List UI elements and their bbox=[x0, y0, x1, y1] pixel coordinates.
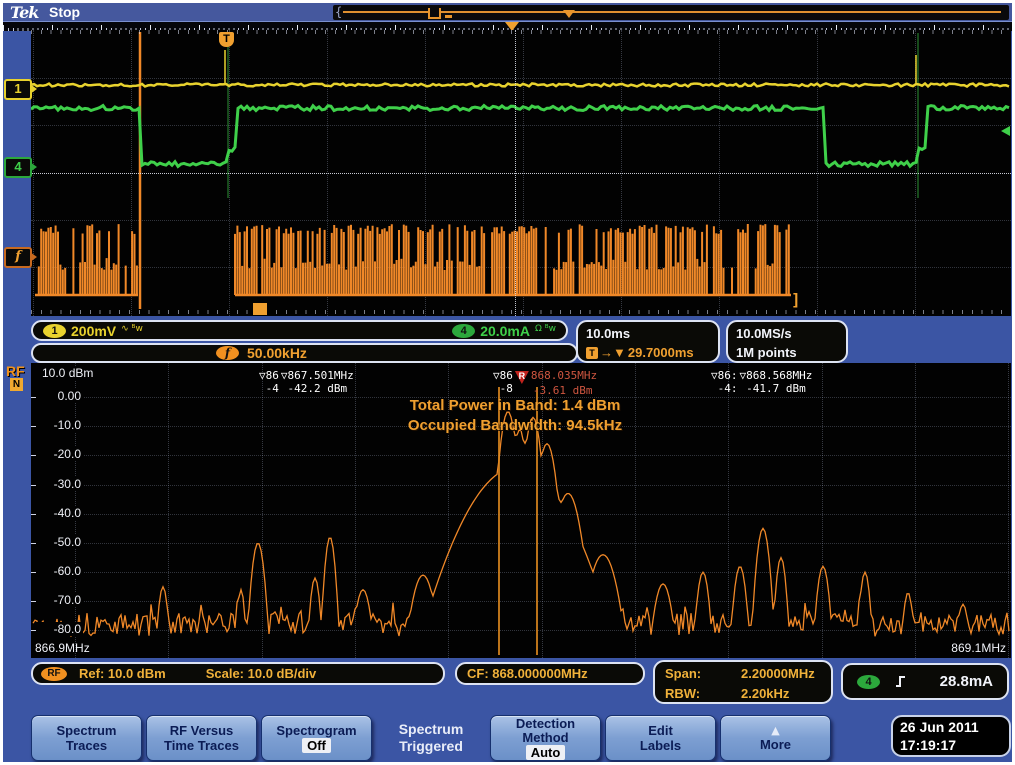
spectrum-ytick: -40.0 bbox=[35, 506, 83, 520]
rf-baseline-marker-icon bbox=[253, 303, 267, 315]
spectrum-ytick: -80.0 bbox=[35, 622, 83, 636]
start-frequency-label: 866.9MHz bbox=[35, 641, 90, 655]
stop-frequency-label: 869.1MHz bbox=[951, 641, 1006, 655]
rf-ref-level: Ref: 10.0 dBm bbox=[79, 666, 166, 681]
menu-button-more[interactable]: ▲More bbox=[720, 715, 831, 761]
ch4-readout-badge: 4 bbox=[452, 324, 475, 338]
spectrum-ytick: 0.00 bbox=[35, 389, 83, 403]
ch1-indicator-icons: ∿ ᴮw bbox=[121, 324, 143, 334]
reference-marker-icon: R bbox=[515, 371, 529, 384]
trigger-readout-box: 4 28.8mA bbox=[841, 663, 1009, 700]
trigger-level-line[interactable] bbox=[31, 173, 1011, 174]
delay-prefix-icon: →▼ bbox=[600, 343, 626, 362]
spectrum-ytick: -10.0 bbox=[35, 418, 83, 432]
spectrum-ytick: -20.0 bbox=[35, 447, 83, 461]
reference-marker-center: ▽86 -8 R868.035MHz-3.61 dBm bbox=[493, 369, 597, 397]
zoom-window-icon[interactable] bbox=[428, 8, 441, 19]
sample-rate: 10.0MS/s bbox=[736, 324, 838, 343]
menu-button-detection-method[interactable]: DetectionMethodAuto bbox=[490, 715, 601, 761]
ch4-scale: 20.0mA bbox=[480, 323, 530, 339]
more-arrow-icon: ▲ bbox=[771, 725, 779, 737]
menu-button-rf-versus-time-traces[interactable]: RF VersusTime Traces bbox=[146, 715, 257, 761]
menu-button-spectrum-traces[interactable]: SpectrumTraces bbox=[31, 715, 142, 761]
time: 17:19:17 bbox=[900, 736, 1002, 754]
occupied-bw-annotation: Occupied Bandwidth: 94.5kHz bbox=[408, 416, 622, 436]
detection-method-state: Auto bbox=[526, 745, 566, 760]
graticule-ticks-bottom bbox=[31, 310, 1011, 314]
peak-marker-right: ▽86: -4: ▽868.568MHz -41.7 dBm bbox=[711, 369, 812, 395]
zoom-left-bracket-icon: { bbox=[335, 5, 342, 19]
trigger-delay-icon: T bbox=[586, 347, 598, 359]
center-frequency-box: CF: 868.000000MHz bbox=[455, 662, 645, 685]
spectrum-ytick: -50.0 bbox=[35, 535, 83, 549]
rbw-value: 2.20kHz bbox=[741, 684, 789, 704]
horizontal-scale: 10.0ms bbox=[586, 324, 710, 343]
spectrogram-state: Off bbox=[302, 738, 331, 753]
spectrum-triggered-label: SpectrumTriggered bbox=[375, 721, 487, 755]
span-label: Span: bbox=[665, 664, 717, 684]
rbw-label: RBW: bbox=[665, 684, 717, 704]
delay-value: 29.7000ms bbox=[628, 343, 694, 362]
rising-edge-icon bbox=[894, 674, 908, 689]
ch1-badge[interactable]: 1 bbox=[4, 79, 32, 100]
trigger-level-value: 28.8mA bbox=[940, 672, 993, 691]
trigger-flag-icon[interactable]: T bbox=[219, 32, 234, 47]
spectrum-ytick: -60.0 bbox=[35, 564, 83, 578]
total-power-annotation: Total Power in Band: 1.4 dBm bbox=[410, 396, 621, 416]
rf-settings-bar: RF Ref: 10.0 dBm Scale: 10.0 dB/div bbox=[31, 662, 445, 685]
menu-button-edit-labels[interactable]: EditLabels bbox=[605, 715, 716, 761]
menu-button-spectrogram[interactable]: SpectrogramOff bbox=[261, 715, 372, 761]
date: 26 Jun 2011 bbox=[900, 718, 1002, 736]
span-rbw-box: Span: 2.20000MHz RBW: 2.20kHz bbox=[653, 660, 833, 704]
ch1-scale: 200mV bbox=[71, 323, 116, 339]
rf-freq-badge: f bbox=[216, 346, 239, 360]
channel-readout-bar: 1 200mV ∿ ᴮw 4 20.0mA Ω ᴮw bbox=[31, 320, 568, 341]
rf-scale: Scale: 10.0 dB/div bbox=[206, 666, 317, 681]
rf-bracket-icon: ] bbox=[791, 290, 801, 309]
datetime-display: 26 Jun 201117:19:17 bbox=[891, 715, 1011, 757]
center-frequency: CF: 868.000000MHz bbox=[467, 666, 588, 681]
spectrum-ytick: -30.0 bbox=[35, 477, 83, 491]
acquisition-status: Stop bbox=[49, 4, 80, 20]
spectrum-graticule[interactable]: 10.0 dBm 0.00 -10.0 -20.0 -30.0 -40.0 -50.0 -6… bbox=[31, 363, 1011, 658]
zoom-tick-icon bbox=[445, 15, 452, 18]
peak-marker-left: ▽86 -4 ▽867.501MHz -42.2 dBm bbox=[259, 369, 354, 395]
rf-settings-badge: RF bbox=[41, 667, 67, 681]
ch1-readout-badge: 1 bbox=[43, 324, 66, 338]
rf-channel-badge[interactable]: RF bbox=[6, 363, 25, 379]
graticule-ticks-top bbox=[31, 30, 1011, 34]
ref-level-label: 10.0 dBm bbox=[39, 366, 96, 380]
horizontal-readout-box: 10.0ms T→▼29.7000ms bbox=[576, 320, 720, 363]
normal-trace-badge: N bbox=[10, 378, 23, 391]
record-length: 1M points bbox=[736, 343, 838, 362]
span-value: 2.20000MHz bbox=[741, 664, 815, 684]
rf-frequency-readout-bar: f 50.00kHz bbox=[31, 343, 578, 363]
header-bar: Tek Stop { bbox=[3, 3, 1012, 21]
expansion-point-line bbox=[515, 30, 516, 316]
record-length-line bbox=[343, 11, 1001, 13]
trigger-source-badge: 4 bbox=[857, 675, 880, 689]
tek-logo: Tek bbox=[10, 3, 38, 22]
time-domain-graticule[interactable]: T ] bbox=[31, 30, 1011, 316]
expansion-point-icon[interactable] bbox=[563, 10, 575, 18]
wave-inspector-bar[interactable]: { bbox=[333, 5, 1009, 20]
ch4-level-arrow-icon bbox=[1001, 126, 1010, 136]
rf-time-badge[interactable]: f bbox=[4, 247, 32, 268]
spectrum-ytick: -70.0 bbox=[35, 593, 83, 607]
oscilloscope-screen: Tek Stop { T ] 1 4 f 1 200mV ∿ ᴮw 4 20.0… bbox=[0, 0, 1015, 765]
acquisition-readout-box: 10.0MS/s 1M points bbox=[726, 320, 848, 363]
rf-freq-value: 50.00kHz bbox=[247, 345, 307, 361]
ch4-badge[interactable]: 4 bbox=[4, 157, 32, 178]
ch4-indicator-icons: Ω ᴮw bbox=[535, 324, 556, 334]
